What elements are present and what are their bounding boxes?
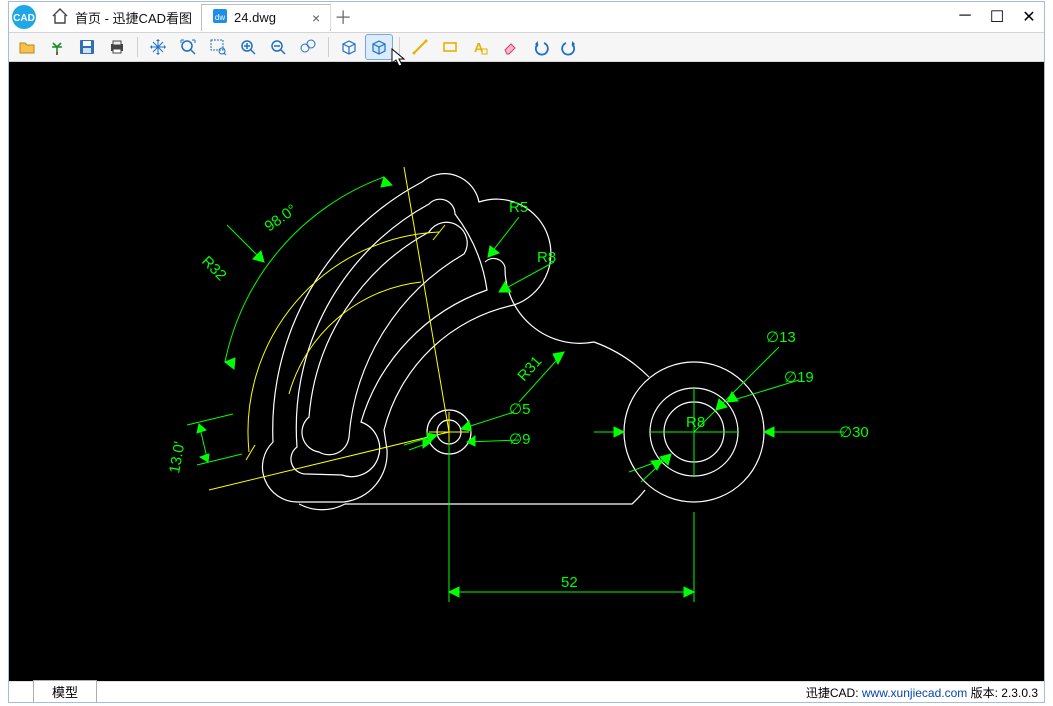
dim-angle: 98.0° (262, 201, 301, 235)
dim-13: 13.0' (166, 440, 188, 475)
drawing-canvas[interactable]: 98.0° R32 R5 R8 R31 13.0' ∅5 ∅9 R8 ∅13 ∅… (9, 62, 1044, 681)
svg-text:dw: dw (215, 13, 225, 22)
eraser-button[interactable] (496, 34, 524, 60)
home-icon (51, 7, 69, 28)
website-link[interactable]: www.xunjiecad.com (862, 686, 967, 700)
measure-rect-button[interactable] (436, 34, 464, 60)
dim-R8-top: R8 (537, 249, 556, 266)
3d-orbit-button[interactable] (365, 34, 393, 60)
dim-d30: ∅30 (839, 424, 869, 441)
dim-d5: ∅5 (509, 401, 530, 418)
dim-R32: R32 (198, 253, 229, 284)
text-button[interactable]: A (466, 34, 494, 60)
tab-file-label: 24.dwg (234, 10, 276, 25)
tab-home-label: 首页 - 迅捷CAD看图 (75, 8, 192, 27)
minimize-button[interactable]: ─ (956, 7, 974, 27)
palm-button[interactable] (43, 34, 71, 60)
tab-close-icon[interactable]: × (282, 10, 320, 26)
pan-button[interactable] (144, 34, 172, 60)
print-button[interactable] (103, 34, 131, 60)
maximize-button[interactable]: ☐ (988, 7, 1006, 27)
tab-file[interactable]: dw 24.dwg × (201, 4, 331, 31)
redo-button[interactable] (556, 34, 584, 60)
save-button[interactable] (73, 34, 101, 60)
tab-home[interactable]: 首页 - 迅捷CAD看图 (41, 4, 202, 30)
measure-line-button[interactable] (406, 34, 434, 60)
toolbar: A (9, 32, 1044, 62)
zoom-extents-button[interactable] (174, 34, 202, 60)
dim-d13: ∅13 (766, 329, 796, 346)
status-text: 迅捷CAD: www.xunjiecad.com 版本: 2.3.0.3 (806, 684, 1038, 701)
dim-d9: ∅9 (509, 431, 530, 448)
dwg-icon: dw (212, 8, 228, 27)
undo-button[interactable] (526, 34, 554, 60)
status-bar: 模型 迅捷CAD: www.xunjiecad.com 版本: 2.3.0.3 (9, 681, 1044, 702)
zoom-realtime-button[interactable] (294, 34, 322, 60)
svg-text:CAD: CAD (13, 13, 35, 24)
new-tab-button[interactable]: ＋ (330, 5, 355, 29)
open-folder-button[interactable] (13, 34, 41, 60)
zoom-in-button[interactable] (234, 34, 262, 60)
zoom-out-button[interactable] (264, 34, 292, 60)
dim-52: 52 (561, 574, 578, 591)
close-button[interactable]: ✕ (1020, 7, 1038, 27)
model-space-tab[interactable]: 模型 (33, 680, 97, 702)
dim-R31: R31 (514, 353, 545, 385)
3d-view-button[interactable] (335, 34, 363, 60)
dim-R8-right: R8 (686, 414, 705, 431)
tab-strip: CAD 首页 - 迅捷CAD看图 dw 24.dwg × ＋ ─ ☐ ✕ (9, 2, 1044, 32)
zoom-window-button[interactable] (204, 34, 232, 60)
app-logo-icon: CAD (11, 4, 37, 30)
model-space-tab-label: 模型 (52, 685, 78, 700)
dim-R5: R5 (509, 199, 528, 216)
dim-d19: ∅19 (784, 369, 814, 386)
